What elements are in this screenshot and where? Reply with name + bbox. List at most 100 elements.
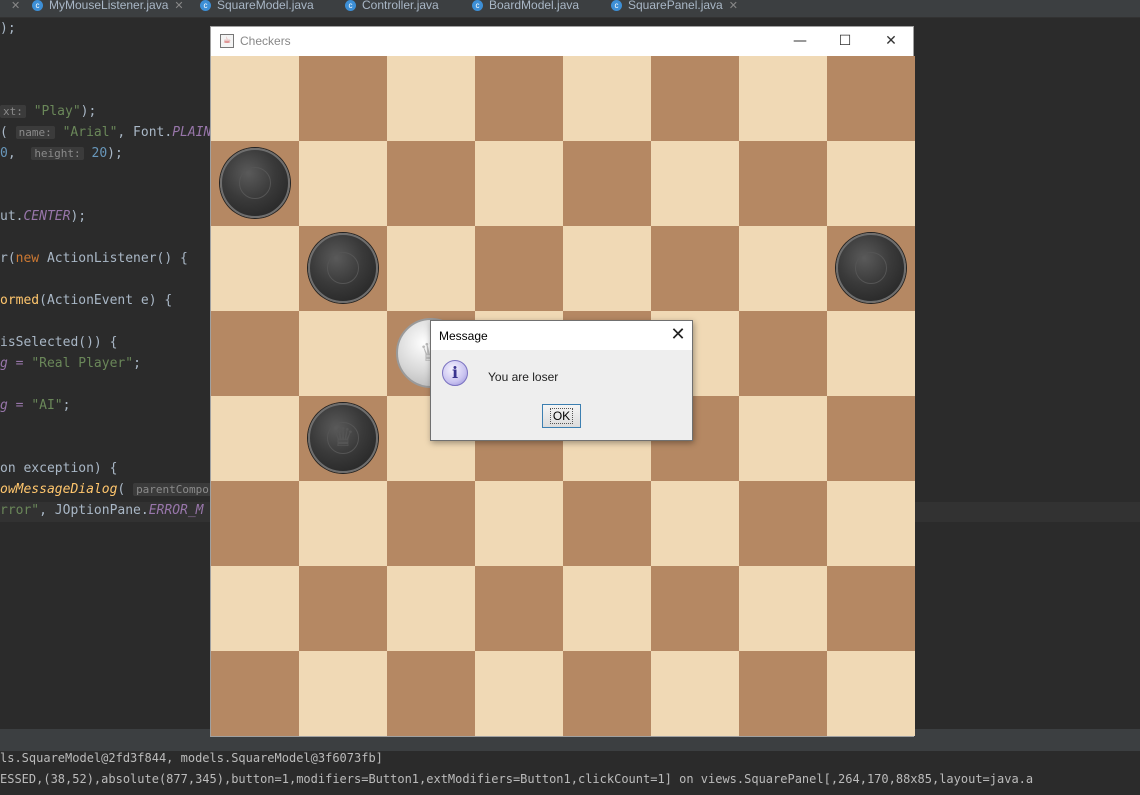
board-square[interactable] <box>387 566 475 651</box>
board-square[interactable] <box>211 651 299 736</box>
code-line: on exception) { <box>0 461 118 476</box>
board-square[interactable] <box>827 396 915 481</box>
board-square[interactable] <box>827 481 915 566</box>
board-square[interactable] <box>387 56 475 141</box>
board-square[interactable] <box>651 651 739 736</box>
board-square[interactable] <box>211 226 299 311</box>
black-checker-piece[interactable] <box>836 233 906 303</box>
board-square[interactable] <box>827 141 915 226</box>
java-cup-icon: ☕ <box>220 34 234 48</box>
dialog-message: You are loser <box>488 370 559 384</box>
editor-tab-squaremodel[interactable]: c SquareModel.java <box>200 0 314 14</box>
board-square[interactable] <box>211 481 299 566</box>
board-square[interactable] <box>299 141 387 226</box>
board-square[interactable] <box>299 481 387 566</box>
board-square[interactable] <box>827 311 915 396</box>
board-square[interactable] <box>739 311 827 396</box>
code-line: rror", JOptionPane.ERROR_M <box>0 503 204 518</box>
board-square[interactable] <box>475 566 563 651</box>
board-square[interactable] <box>827 566 915 651</box>
console-output-line: ls.SquareModel@2fd3f844, models.SquareMo… <box>0 751 383 765</box>
window-title: Checkers <box>240 34 291 48</box>
message-dialog: Message ✕ i You are loser OK <box>430 320 693 441</box>
board-square[interactable] <box>651 566 739 651</box>
board-square[interactable] <box>475 481 563 566</box>
board-square[interactable] <box>475 226 563 311</box>
dialog-title: Message <box>439 329 488 343</box>
code-line: ( name: "Arial", Font.PLAIN, <box>0 125 219 140</box>
editor-tab-bar: ✕ c MyMouseListener.java ✕ c SquareModel.ja… <box>0 0 1140 18</box>
maximize-button[interactable]: ☐ <box>832 30 858 52</box>
board-square[interactable] <box>739 396 827 481</box>
editor-tab-boardmodel[interactable]: c BoardModel.java <box>472 0 579 14</box>
code-line: ormed(ActionEvent e) { <box>0 293 173 308</box>
editor-tab-controller[interactable]: c Controller.java <box>345 0 439 14</box>
code-line: g = "AI"; <box>0 398 71 413</box>
board-square[interactable] <box>563 651 651 736</box>
board-square[interactable] <box>739 141 827 226</box>
board-square[interactable] <box>299 566 387 651</box>
board-square[interactable] <box>827 56 915 141</box>
board-square[interactable] <box>475 141 563 226</box>
board-square[interactable] <box>299 651 387 736</box>
code-line: 0, height: 20); <box>0 146 123 161</box>
board-square[interactable] <box>739 651 827 736</box>
code-line: ut.CENTER); <box>0 209 87 224</box>
board-square[interactable] <box>739 56 827 141</box>
board-square[interactable] <box>211 56 299 141</box>
crown-icon: ♛ <box>331 423 355 453</box>
board-square[interactable] <box>651 56 739 141</box>
board-square[interactable] <box>563 141 651 226</box>
editor-tab-squarepanel[interactable]: c SquarePanel.java ✕ <box>611 0 738 14</box>
close-button[interactable]: ✕ <box>878 30 904 52</box>
board-square[interactable] <box>387 651 475 736</box>
board-square[interactable] <box>739 481 827 566</box>
close-tab-icon[interactable]: ✕ <box>11 0 20 12</box>
editor-tab-mymouselistener[interactable]: c MyMouseListener.java ✕ <box>32 0 184 14</box>
board-square[interactable] <box>299 311 387 396</box>
ok-button[interactable]: OK <box>542 404 581 428</box>
code-line: xt: "Play"); <box>0 104 96 120</box>
code-line: r(new ActionListener() { <box>0 251 188 266</box>
code-line: g = "Real Player"; <box>0 356 141 371</box>
board-square[interactable] <box>387 226 475 311</box>
board-square[interactable] <box>563 481 651 566</box>
board-square[interactable] <box>651 226 739 311</box>
console-output-line: ESSED,(38,52),absolute(877,345),button=1… <box>0 772 1034 786</box>
class-icon: c <box>611 0 622 11</box>
board-square[interactable] <box>211 311 299 396</box>
code-line: isSelected()) { <box>0 335 118 350</box>
board-square[interactable] <box>827 651 915 736</box>
editor-tab-partial[interactable]: ✕ <box>5 0 20 14</box>
board-square[interactable] <box>739 566 827 651</box>
board-square[interactable] <box>475 651 563 736</box>
code-line: owMessageDialog( parentCompor <box>0 482 219 498</box>
dialog-titlebar[interactable]: Message ✕ <box>431 321 692 350</box>
board-square[interactable] <box>299 56 387 141</box>
ok-button-label: OK <box>549 408 574 424</box>
black-checker-piece[interactable] <box>308 233 378 303</box>
black-checker-piece[interactable] <box>220 148 290 218</box>
board-square[interactable] <box>387 481 475 566</box>
class-icon: c <box>32 0 43 11</box>
code-line: ); <box>0 21 16 36</box>
board-square[interactable] <box>475 56 563 141</box>
class-icon: c <box>200 0 211 11</box>
close-tab-icon[interactable]: ✕ <box>729 0 738 12</box>
board-square[interactable] <box>211 566 299 651</box>
minimize-button[interactable]: — <box>787 30 813 52</box>
dialog-close-button[interactable]: ✕ <box>667 324 689 346</box>
board-square[interactable] <box>651 141 739 226</box>
information-icon: i <box>442 360 468 386</box>
board-square[interactable] <box>387 141 475 226</box>
window-titlebar[interactable]: ☕ Checkers — ☐ ✕ <box>211 27 913 56</box>
board-square[interactable] <box>651 481 739 566</box>
board-square[interactable] <box>739 226 827 311</box>
board-square[interactable] <box>563 56 651 141</box>
board-square[interactable] <box>563 226 651 311</box>
black-king-piece[interactable]: ♛ <box>308 403 378 473</box>
board-square[interactable] <box>563 566 651 651</box>
class-icon: c <box>472 0 483 11</box>
board-square[interactable] <box>211 396 299 481</box>
close-tab-icon[interactable]: ✕ <box>174 0 183 12</box>
